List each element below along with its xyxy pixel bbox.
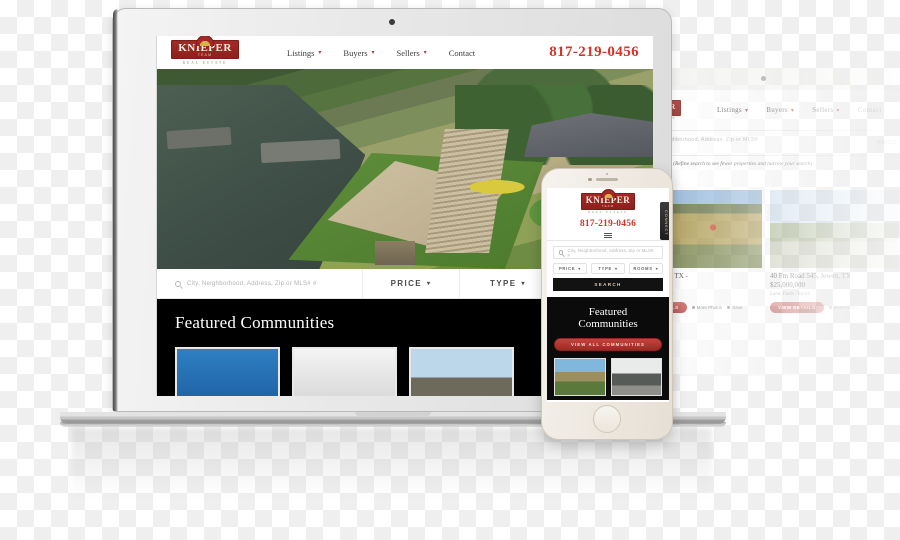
listing-save[interactable]: Save (727, 305, 742, 310)
tablet-nav-item-buyers[interactable]: Buyers ▾ (766, 106, 794, 114)
tablet-nav-item-listings[interactable]: Listings ▾ (717, 106, 748, 114)
phone-search-input[interactable]: City, Neighborhood, Address, Zip or MLS#… (553, 246, 663, 259)
nav-item-listings[interactable]: Listings ▾ (287, 48, 321, 58)
chevron-down-icon: ▾ (614, 266, 618, 271)
tablet-filter-price[interactable]: PRICE (877, 140, 897, 146)
chevron-down-icon: ▾ (521, 281, 526, 287)
phone-search-panel: City, Neighborhood, Address, Zip or MLS#… (547, 240, 669, 297)
phone-search-placeholder: City, Neighborhood, Address, Zip or MLS#… (567, 247, 654, 258)
community-thumb-1[interactable] (175, 347, 280, 396)
community-thumb-2[interactable] (610, 357, 662, 396)
chevron-down-icon: ▾ (427, 281, 432, 287)
hero-flower-bed (464, 179, 529, 195)
chevron-down-icon: ▾ (371, 50, 375, 56)
phone-screen: KNIEPER TEAM REAL ESTATE 817-219-0456 CO… (547, 188, 669, 402)
search-input[interactable]: City, Neighborhood, Address, Zip or MLS#… (157, 280, 362, 287)
phone-filter-type[interactable]: TYPE ▾ (591, 263, 625, 274)
community-thumb-3[interactable] (409, 347, 514, 396)
community-thumb-1[interactable] (554, 357, 606, 396)
hero-shed (375, 241, 415, 265)
listing-price: $25,000,000 (770, 280, 805, 289)
connect-tab[interactable]: CONNECT (660, 202, 669, 240)
tablet-nav-item-sellers[interactable]: Sellers ▾ (812, 106, 839, 114)
phone-filter-rooms[interactable]: ROOMS ▾ (629, 263, 663, 274)
device-mockup-scene: KNIEPER TEAM REAL ESTATE Listings▾ Buyer… (0, 0, 900, 540)
phone-header-phone-number[interactable]: 817-219-0456 (547, 219, 669, 229)
tablet-nav-links: Listings ▾ Buyers ▾ Sellers ▾ Contact (717, 106, 882, 114)
nav-item-contact[interactable]: Contact (449, 48, 475, 58)
site-logo[interactable]: KNIEPER TEAM REAL ESTATE (171, 36, 239, 66)
phone-home-button[interactable] (593, 405, 621, 433)
search-placeholder: City, Neighborhood, Address, Zip or MLS#… (187, 280, 317, 287)
phone-logo[interactable]: KNIEPER TEAM REAL ESTATE (581, 189, 635, 214)
logo-team-text: TEAM (197, 52, 213, 57)
phone-featured-communities: Featured Communities VIEW ALL COMMUNITIE… (547, 297, 669, 400)
phone-title-line-2: Communities (578, 318, 638, 331)
listing-title: 40 Fm Road 545, Jewett, TX (770, 272, 851, 280)
chevron-down-icon: ▾ (655, 266, 659, 271)
listing-type: Land, Farm / Ranch (770, 291, 811, 297)
community-thumb-2[interactable] (292, 347, 397, 396)
phone-filters: PRICE ▾ TYPE ▾ ROOMS ▾ (553, 263, 663, 274)
search-icon (175, 280, 181, 287)
listing-details-button[interactable]: VIEW DETAILS (770, 301, 824, 313)
main-nav: Listings ▾ Buyers ▾ Sellers ▾ Contact (287, 48, 475, 58)
phone-speaker-icon (596, 178, 618, 181)
logo-team-text: TEAM (601, 204, 615, 208)
phone-community-thumbnails (554, 357, 662, 396)
header-phone-number[interactable]: 817-219-0456 (549, 44, 639, 61)
listing-more-photos[interactable]: More Photos (828, 305, 859, 310)
listing-photo (770, 190, 899, 268)
nav-item-buyers[interactable]: Buyers ▾ (343, 48, 374, 58)
search-icon (559, 250, 564, 255)
site-header: KNIEPER TEAM REAL ESTATE Listings ▾ Buye… (157, 36, 653, 69)
table-row[interactable]: 40 Fm Road 545, Jewett, TX $25,000,000 L… (770, 190, 899, 313)
phone-sensor-icon (606, 173, 608, 175)
chevron-down-icon: ▾ (578, 266, 582, 271)
logo-crest-icon (600, 189, 616, 198)
logo-subtitle: REAL ESTATE (588, 210, 628, 214)
chevron-down-icon: ▾ (318, 50, 322, 56)
listing-more-photos[interactable]: More Photos (691, 305, 722, 310)
filter-price[interactable]: PRICE ▾ (363, 279, 459, 288)
phone-title-line-1: Featured (588, 306, 628, 318)
tablet-nav-item-contact[interactable]: Contact (858, 106, 882, 114)
phone-device: KNIEPER TEAM REAL ESTATE 817-219-0456 CO… (541, 168, 673, 440)
nav-item-sellers[interactable]: Sellers ▾ (397, 48, 427, 58)
hero-boat-dock (260, 138, 341, 164)
phone-camera-icon (588, 177, 592, 181)
phone-section-title: Featured Communities (554, 306, 662, 331)
phone-filter-price[interactable]: PRICE ▾ (553, 263, 587, 274)
view-all-communities-button[interactable]: VIEW ALL COMMUNITIES (554, 337, 662, 351)
hamburger-menu-icon[interactable] (604, 232, 612, 239)
chevron-down-icon: ▾ (423, 50, 427, 56)
phone-search-button[interactable]: SEARCH (553, 278, 663, 291)
logo-crest-icon (196, 36, 214, 46)
laptop-camera-icon (389, 19, 395, 25)
logo-subtitle: REAL ESTATE (182, 61, 228, 66)
phone-site-header: KNIEPER TEAM REAL ESTATE 817-219-0456 CO… (547, 188, 669, 240)
tablet-camera-icon (761, 76, 766, 81)
